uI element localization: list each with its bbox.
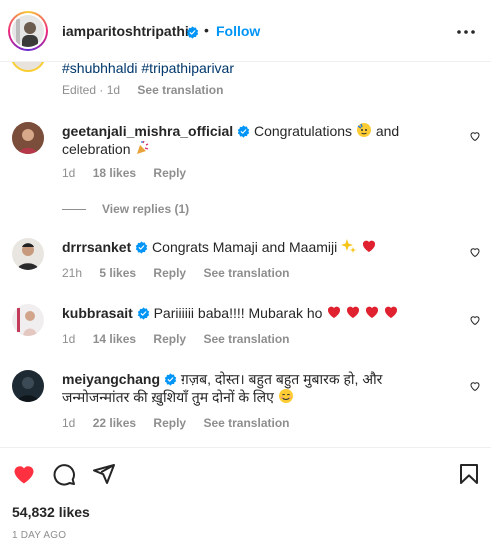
author-username[interactable]: iamparitoshtripathi xyxy=(62,23,189,39)
red-heart-emoji-icon xyxy=(366,306,379,318)
share-icon[interactable] xyxy=(92,462,116,486)
verified-badge-icon xyxy=(137,307,149,320)
comment-body: Pariiiiii baba!!!! Mubarak ho xyxy=(153,305,323,321)
comment-body-and: and xyxy=(375,123,400,139)
sparkles-emoji-icon xyxy=(341,239,357,253)
comment-meta: 1d 18 likes Reply xyxy=(62,166,200,180)
verified-badge-icon xyxy=(164,373,177,386)
comment-meta: 21h 5 likes Reply See translation xyxy=(62,266,303,280)
commenter-avatar[interactable] xyxy=(12,370,44,402)
verified-badge-icon xyxy=(186,24,199,42)
comment-text: kubbrasait Pariiiiii baba!!!! Mubarak ho xyxy=(62,304,452,322)
verified-badge-icon xyxy=(237,125,250,138)
comment-text: drrrsanket Congrats Mamaji and Maamiji xyxy=(62,238,452,256)
caption-meta: Edited · 1d See translation xyxy=(62,83,223,97)
bookmark-icon[interactable] xyxy=(457,462,481,486)
post-date[interactable]: 1 DAY AGO xyxy=(12,530,66,541)
comment-text: meiyangchang ग़ज़ब, दोस्त। बहुत बहुत मुब… xyxy=(62,370,452,406)
caption-hashtags[interactable]: #shubhhaldi #tripathiparivar xyxy=(62,62,234,76)
red-heart-emoji-icon xyxy=(328,306,341,318)
heart-outline-icon[interactable] xyxy=(469,130,481,142)
party-face-emoji-icon xyxy=(356,123,371,137)
see-translation-button[interactable]: See translation xyxy=(203,266,289,280)
commenter-username[interactable]: meiyangchang xyxy=(62,371,160,387)
comment-body: Congrats Mamaji and Maamiji xyxy=(152,239,338,255)
red-heart-emoji-icon xyxy=(347,306,360,318)
red-heart-emoji-icon xyxy=(385,306,398,318)
heart-outline-icon[interactable] xyxy=(469,246,481,258)
post-actions-bar: 54,832 likes 1 DAY AGO xyxy=(0,447,491,551)
commenter-avatar[interactable] xyxy=(12,122,44,154)
heart-outline-icon[interactable] xyxy=(469,380,481,392)
see-translation-button[interactable]: See translation xyxy=(203,332,289,346)
smiling-face-emoji-icon xyxy=(278,389,293,403)
commenter-username[interactable]: drrrsanket xyxy=(62,239,131,255)
post-header: iamparitoshtripathi • Follow xyxy=(0,0,491,62)
comment-text: geetanjali_mishra_official Congratulatio… xyxy=(62,122,452,158)
comment-time: 21h xyxy=(62,266,83,280)
comment-body-line2: जन्मोजन्मांतर की ख़ुशियाँ तुम दोनों के ल… xyxy=(62,389,274,405)
author-avatar[interactable] xyxy=(8,11,48,51)
comment-body-line2: celebration xyxy=(62,141,131,157)
commenter-avatar[interactable] xyxy=(12,238,44,270)
reply-button[interactable]: Reply xyxy=(153,166,186,180)
reply-button[interactable]: Reply xyxy=(153,266,186,280)
comment-likes[interactable]: 5 likes xyxy=(99,266,136,280)
more-options-icon[interactable] xyxy=(456,22,476,42)
comment-likes[interactable]: 22 likes xyxy=(93,416,136,430)
follow-button[interactable]: Follow xyxy=(216,23,260,39)
reply-button[interactable]: Reply xyxy=(153,332,186,346)
comment-time: 1d xyxy=(62,416,76,430)
view-replies-label: View replies (1) xyxy=(102,202,190,216)
comment-likes[interactable]: 18 likes xyxy=(93,166,136,180)
comment-likes[interactable]: 14 likes xyxy=(93,332,136,346)
commenter-username[interactable]: geetanjali_mishra_official xyxy=(62,123,233,139)
caption-see-translation[interactable]: See translation xyxy=(137,83,223,97)
comments-list[interactable]: #shubhhaldi #tripathiparivar Edited · 1d… xyxy=(0,62,491,447)
caption-time: Edited · 1d xyxy=(62,83,121,97)
comment-time: 1d xyxy=(62,166,76,180)
header-separator: • xyxy=(204,22,209,38)
heart-outline-icon[interactable] xyxy=(469,314,481,326)
replies-divider xyxy=(62,209,86,211)
comment-time: 1d xyxy=(62,332,76,346)
caption-author-avatar xyxy=(10,62,46,72)
commenter-username[interactable]: kubbrasait xyxy=(62,305,133,321)
commenter-avatar[interactable] xyxy=(12,304,44,336)
comment-icon[interactable] xyxy=(52,462,76,486)
view-replies-button[interactable]: View replies (1) xyxy=(62,202,189,216)
party-popper-emoji-icon xyxy=(137,140,149,154)
heart-filled-icon[interactable] xyxy=(12,462,36,486)
verified-badge-icon xyxy=(135,241,148,254)
see-translation-button[interactable]: See translation xyxy=(203,416,289,430)
comment-body: Congratulations xyxy=(253,123,353,139)
post-likes-count[interactable]: 54,832 likes xyxy=(12,504,90,520)
red-heart-emoji-icon xyxy=(362,240,376,252)
reply-button[interactable]: Reply xyxy=(153,416,186,430)
comment-meta: 1d 14 likes Reply See translation xyxy=(62,332,303,346)
comment-meta: 1d 22 likes Reply See translation xyxy=(62,416,303,430)
comment-body: ग़ज़ब, दोस्त। बहुत बहुत मुबारक हो, और xyxy=(180,371,383,387)
